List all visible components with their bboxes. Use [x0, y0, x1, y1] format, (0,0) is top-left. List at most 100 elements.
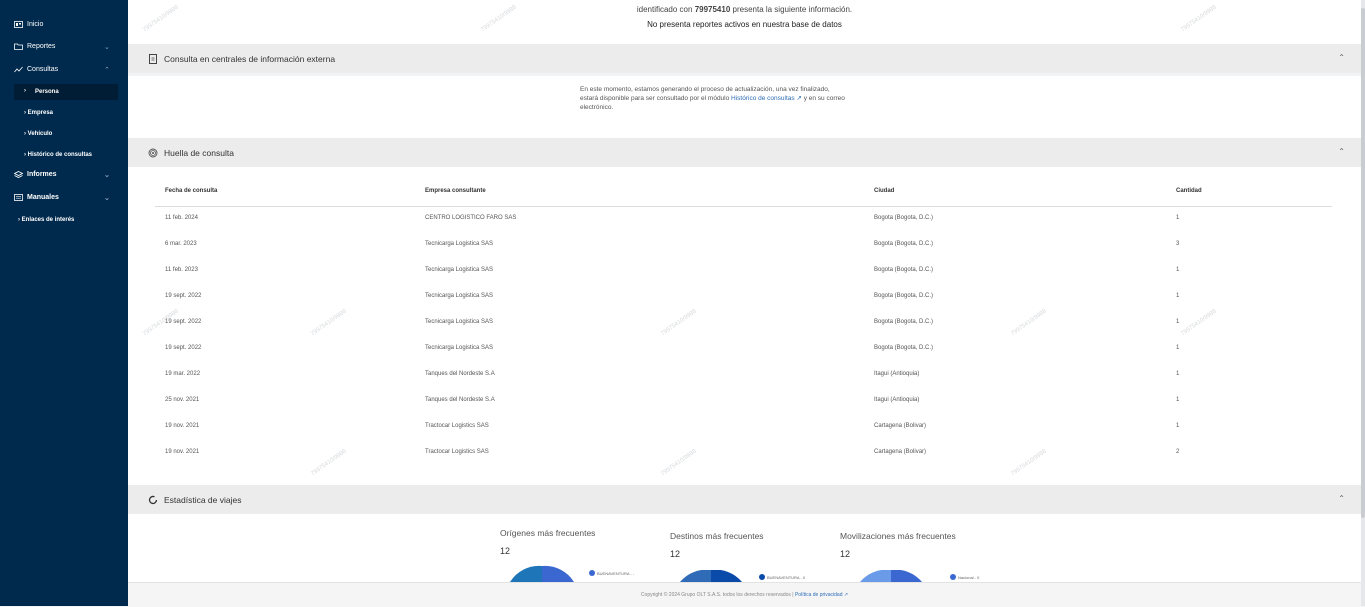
no-reports-text: No presenta reportes activos en nuestra … — [647, 20, 842, 29]
sidebar-item-consultas[interactable]: Consultas ⌃ — [14, 66, 122, 74]
sidebar-item-inicio[interactable]: Inicio — [14, 21, 43, 28]
update-message: En este momento, estamos generando el pr… — [580, 85, 920, 112]
table-row: 19 sept. 2022 Tecnicarga Logistica SAS Bog… — [128, 345, 1361, 371]
layers-icon — [14, 171, 23, 178]
dashboard-icon — [14, 21, 23, 28]
table-cell: 1 — [1176, 423, 1180, 429]
scrollbar-thumb[interactable] — [1361, 8, 1365, 518]
sidebar: Inicio Reportes ⌄ Consultas ⌃ › Persona … — [0, 0, 128, 606]
table-cell: Cartagena (Bolivar) — [874, 449, 927, 455]
identification-text: identificado con 79975410 presenta la si… — [128, 5, 1361, 14]
fingerprint-icon — [148, 148, 158, 157]
sidebar-item-label: Consultas — [27, 66, 59, 73]
sidebar-item-manuales[interactable]: Manuales ⌄ — [14, 194, 122, 202]
table-cell: 1 — [1176, 345, 1180, 351]
movilizaciones-pie-chart — [860, 570, 922, 582]
identification-number: 79975410 — [694, 5, 731, 14]
message-line: En este momento, estamos generando el pr… — [580, 86, 830, 93]
chevron-down-icon: ⌄ — [104, 44, 110, 51]
table-cell: 19 nov. 2021 — [165, 449, 200, 455]
sidebar-item-label: Persona — [35, 89, 59, 95]
page-scrollbar[interactable] — [1361, 0, 1365, 606]
stat-count: 12 — [500, 546, 511, 556]
legend-label: Nacional - 0 — [958, 574, 980, 580]
stats-body: Orígenes más frecuentes 12 BUENAVENTURA … — [128, 514, 1361, 582]
table-cell: 19 nov. 2021 — [165, 423, 200, 429]
legend-label: BUENAVENTURA - - — [597, 570, 635, 576]
legend-dot — [950, 574, 956, 580]
collapse-icon[interactable]: ⌃ — [1338, 494, 1345, 503]
table-row: 19 sept. 2022 Tecnicarga Logistica SAS Bog… — [128, 293, 1361, 319]
sidebar-item-vehiculo[interactable]: › Vehículo — [24, 131, 52, 137]
table-cell: Bogota (Bogota, D.C.) — [874, 267, 934, 273]
table-cell: 1 — [1176, 397, 1180, 403]
origenes-stat: Orígenes más frecuentes 12 — [500, 528, 595, 556]
movilizaciones-legend: Nacional - 0 — [950, 574, 979, 580]
table-cell: 2 — [1176, 449, 1180, 455]
chevron-up-icon: ⌃ — [104, 67, 110, 74]
table-row: 19 sept. 2022 Tecnicarga Logistica SAS Bog… — [128, 319, 1361, 345]
table-cell: Tecnicarga Logistica SAS — [425, 241, 494, 247]
table-row: 25 nov. 2021 Tanques del Nordeste S.A Itag… — [128, 397, 1361, 423]
stats-header[interactable]: Estadística de viajes ⌃ — [128, 485, 1361, 514]
external-consultation-header[interactable]: Consulta en centrales de información ext… — [128, 44, 1361, 73]
table-cell: Bogota (Bogota, D.C.) — [874, 319, 934, 325]
privacy-link[interactable]: Política de privacidad ↗ — [795, 592, 848, 598]
table-cell: Tractocar Logistics SAS — [425, 423, 489, 429]
sidebar-item-persona-active[interactable]: › Persona — [14, 84, 118, 100]
stat-count: 12 — [840, 549, 851, 559]
table-cell: 1 — [1176, 319, 1180, 325]
table-cell: Tecnicarga Logistica SAS — [425, 293, 494, 299]
sidebar-item-enlaces[interactable]: › Enlaces de interés — [18, 217, 74, 223]
sidebar-item-label: Vehículo — [27, 131, 53, 137]
chevron-down-icon: ⌄ — [104, 195, 110, 202]
table-cell: Tecnicarga Logistica SAS — [425, 345, 494, 351]
table-cell: Tractocar Logistics SAS — [425, 449, 489, 455]
sidebar-item-label: Enlaces de interés — [21, 217, 75, 223]
legend-dot — [759, 574, 765, 580]
column-header: Fecha de consulta — [165, 188, 218, 194]
book-icon — [14, 194, 23, 201]
origenes-legend: BUENAVENTURA - - — [589, 570, 634, 576]
destinos-pie-chart — [680, 570, 742, 582]
historico-link[interactable]: Histórico de consultas ↗ — [731, 95, 802, 102]
table-cell: 19 sept. 2022 — [165, 345, 202, 351]
table-cell: Bogota (Bogota, D.C.) — [874, 215, 934, 221]
table-cell: 3 — [1176, 241, 1180, 247]
main-content: identificado con 79975410 presenta la si… — [128, 0, 1361, 582]
table-row: 11 feb. 2024 CENTRO LOGISTICO FARO SAS Bog… — [128, 215, 1361, 241]
table-cell: 1 — [1176, 215, 1180, 221]
table-cell: Itagui (Antioquia) — [874, 371, 920, 377]
table-cell: 1 — [1176, 293, 1180, 299]
column-header: Ciudad — [874, 188, 895, 194]
movilizaciones-stat: Movilizaciones más frecuentes 12 — [840, 531, 956, 559]
table-cell: Itagui (Antioquia) — [874, 397, 920, 403]
sidebar-item-label: Histórico de consultas — [27, 152, 93, 158]
legend-label: BUENAVENTURA - 0 — [767, 574, 806, 580]
column-header: Empresa consultante — [425, 188, 486, 194]
sidebar-item-label: Empresa — [27, 110, 54, 116]
sidebar-item-empresa[interactable]: › Empresa — [24, 110, 53, 116]
sidebar-item-historico[interactable]: › Histórico de consultas — [24, 152, 92, 158]
chevron-down-icon: ⌄ — [104, 172, 110, 179]
message-line: y en su correo — [801, 95, 845, 103]
table-cell: Tanques del Nordeste S.A — [425, 371, 495, 377]
table-cell: Cartagena (Bolivar) — [874, 423, 927, 429]
table-cell: Bogota (Bogota, D.C.) — [874, 241, 934, 247]
collapse-icon[interactable]: ⌃ — [1338, 53, 1345, 62]
table-cell: 25 nov. 2021 — [165, 397, 200, 403]
table-row: 11 feb. 2023 Tecnicarga Logistica SAS Bogo… — [128, 267, 1361, 293]
search-chart-icon — [14, 66, 23, 73]
column-header: Cantidad — [1176, 188, 1202, 194]
sidebar-item-label: Manuales — [27, 194, 59, 201]
sidebar-item-informes[interactable]: Informes ⌄ — [14, 171, 122, 179]
table-cell: 6 mar. 2023 — [165, 241, 197, 247]
sidebar-item-reportes[interactable]: Reportes ⌄ — [14, 43, 122, 51]
huella-header[interactable]: Huella de consulta ⌃ — [128, 138, 1361, 167]
table-row: 19 mar. 2022 Tanques del Nordeste S.A Itag… — [128, 371, 1361, 397]
sidebar-item-label: Inicio — [27, 21, 44, 28]
collapse-icon[interactable]: ⌃ — [1338, 147, 1345, 156]
document-icon — [149, 53, 157, 64]
table-cell: 19 sept. 2022 — [165, 319, 202, 325]
table-cell: CENTRO LOGISTICO FARO SAS — [425, 215, 517, 221]
